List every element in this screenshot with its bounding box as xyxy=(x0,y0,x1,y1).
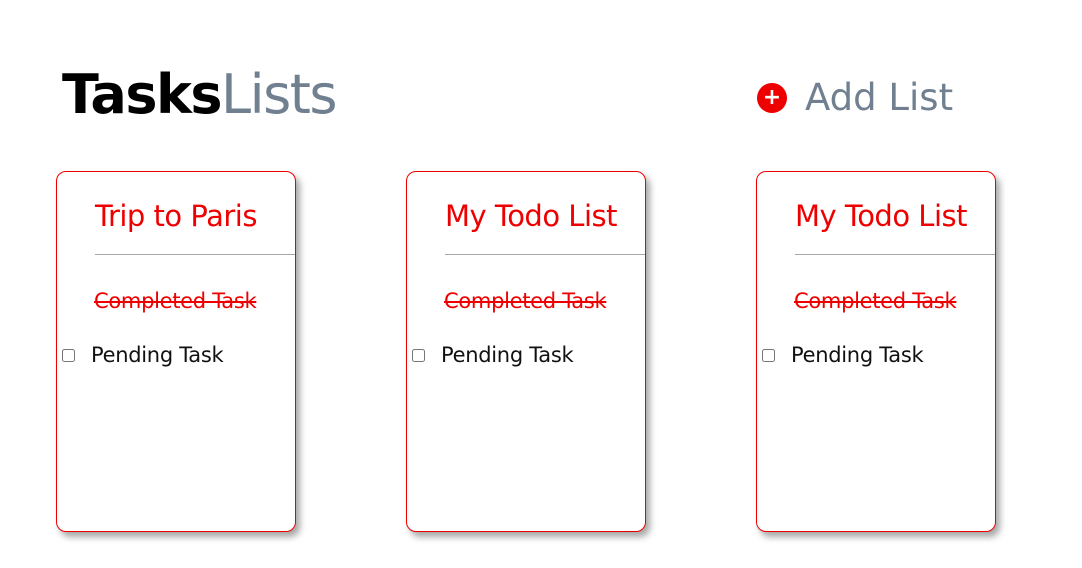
completed-task[interactable]: Completed Task xyxy=(444,286,607,316)
app-title-bold: Tasks xyxy=(62,63,223,126)
list-card: My Todo List Completed Task Pending Task xyxy=(406,171,646,532)
pending-task-label[interactable]: Pending Task xyxy=(91,340,224,370)
pending-task-label[interactable]: Pending Task xyxy=(791,340,924,370)
plus-circle-icon[interactable]: + xyxy=(757,83,787,113)
list-card: Trip to Paris Completed Task Pending Tas… xyxy=(56,171,296,532)
app-title: TasksLists xyxy=(62,58,338,132)
page: TasksLists + Add List Trip to Paris Comp… xyxy=(0,0,1082,568)
list-title: My Todo List xyxy=(445,199,618,233)
list-title: My Todo List xyxy=(795,199,968,233)
list-title: Trip to Paris xyxy=(95,199,257,233)
task-checkbox[interactable] xyxy=(62,348,75,362)
completed-task[interactable]: Completed Task xyxy=(94,286,257,316)
list-divider xyxy=(795,254,995,255)
app-title-light: Lists xyxy=(221,63,338,126)
task-checkbox[interactable] xyxy=(412,348,425,362)
completed-task[interactable]: Completed Task xyxy=(794,286,957,316)
list-card: My Todo List Completed Task Pending Task xyxy=(756,171,996,532)
add-list-button[interactable]: + Add List xyxy=(757,74,953,122)
pending-task-label[interactable]: Pending Task xyxy=(441,340,574,370)
pending-task: Pending Task xyxy=(757,340,924,370)
pending-task: Pending Task xyxy=(57,340,224,370)
add-list-label[interactable]: Add List xyxy=(805,74,953,122)
pending-task: Pending Task xyxy=(407,340,574,370)
list-divider xyxy=(445,254,645,255)
list-divider xyxy=(95,254,295,255)
task-checkbox[interactable] xyxy=(762,348,775,362)
